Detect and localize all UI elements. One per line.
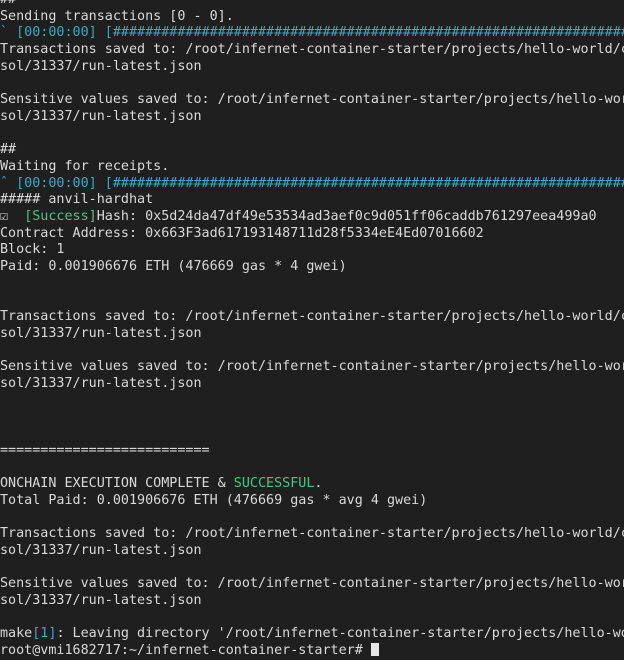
status-text: ONCHAIN EXECUTION COMPLETE & (0, 475, 234, 491)
shell-prompt: root@vmi1682717:~/infernet-container-sta… (0, 642, 371, 658)
make-line: make[1]: Leaving directory '/root/infern… (0, 626, 624, 643)
line-text: ========================== (0, 442, 210, 458)
progress-prefix: ˆ (0, 175, 17, 191)
line-text: Contract Address: 0x663F3ad617193148711d… (0, 225, 484, 241)
line-text: sol/31337/run-latest.json (0, 592, 202, 608)
status-suffix: . (314, 475, 323, 491)
line-text: Transactions saved to: /root/infernet-co… (0, 526, 624, 541)
output-line: Block: 1 (0, 242, 624, 259)
line-text: sol/31337/run-latest.json (0, 58, 202, 74)
line-text: Transactions saved to: /root/infernet-co… (0, 42, 624, 58)
line-text: ##### anvil-hardhat (0, 192, 154, 208)
output-line: sol/31337/run-latest.json (0, 543, 624, 560)
line-text: sol/31337/run-latest.json (0, 375, 202, 391)
output-line: ## (0, 142, 624, 159)
line-text: Total Paid: 0.001906676 ETH (476669 gas … (0, 492, 428, 508)
tx-hash: Hash: 0x5d24da47df49e53534ad3aef0c9d051f… (96, 208, 597, 224)
output-line: ========================== (0, 443, 624, 460)
line-text: ## (0, 142, 17, 158)
success-line: ☑ [Success]Hash: 0x5d24da47df49e53534ad3… (0, 209, 624, 226)
output-line: Transactions saved to: /root/infernet-co… (0, 526, 624, 543)
output-line: Transactions saved to: /root/infernet-co… (0, 309, 624, 326)
output-line: sol/31337/run-latest.json (0, 109, 624, 126)
output-line: Contract Address: 0x663F3ad617193148711d… (0, 226, 624, 243)
line-text: sol/31337/run-latest.json (0, 108, 202, 124)
output-line: Waiting for receipts. (0, 159, 624, 176)
line-text: Sensitive values saved to: /root/inferne… (0, 92, 624, 108)
output-line: sol/31337/run-latest.json (0, 59, 624, 76)
output-line: sol/31337/run-latest.json (0, 326, 624, 343)
shell-prompt-line: root@vmi1682717:~/infernet-container-sta… (0, 642, 624, 660)
checkbox-icon: ☑ (0, 208, 25, 224)
output-line: sol/31337/run-latest.json (0, 376, 624, 393)
progress-time: [00:00:00] (16, 25, 97, 41)
output-line: Sending transactions [0 - 0]. (0, 9, 624, 26)
execution-status-line: ONCHAIN EXECUTION COMPLETE & SUCCESSFUL. (0, 476, 624, 493)
line-text: sol/31337/run-latest.json (0, 542, 202, 558)
line-text: Block: 1 (0, 242, 65, 258)
progress-time: [00:00:00] (16, 175, 97, 191)
line-text: Sensitive values saved to: /root/inferne… (0, 576, 624, 592)
cursor[interactable] (370, 642, 379, 656)
progress-bar: [#######################################… (104, 25, 624, 41)
line-text: ## (0, 0, 16, 7)
make-level: [1] (32, 626, 57, 642)
make-message: : Leaving directory '/root/infernet-cont… (56, 626, 624, 642)
output-line: ## (0, 0, 624, 9)
progress-bar: [#######################################… (104, 175, 624, 191)
progress-line: ` [00:00:00] [##########################… (0, 25, 624, 42)
line-text: Sensitive values saved to: /root/inferne… (0, 359, 624, 375)
output-line: sol/31337/run-latest.json (0, 593, 624, 610)
success-highlight: SUCCESSFUL (233, 475, 315, 491)
output-line: Sensitive values saved to: /root/inferne… (0, 576, 624, 593)
line-text: sol/31337/run-latest.json (0, 325, 202, 341)
line-text: Sending transactions [0 - 0]. (0, 8, 234, 24)
output-line: Sensitive values saved to: /root/inferne… (0, 359, 624, 376)
progress-prefix: ` (0, 25, 17, 41)
output-line: ##### anvil-hardhat (0, 192, 624, 209)
output-line: Sensitive values saved to: /root/inferne… (0, 92, 624, 109)
terminal-output: ##Sending transactions [0 - 0].` [00:00:… (0, 0, 624, 660)
success-label: [Success] (24, 208, 97, 224)
progress-line: ˆ [00:00:00] [##########################… (0, 176, 624, 193)
line-text: Waiting for receipts. (0, 158, 170, 174)
output-line: Paid: 0.001906676 ETH (476669 gas * 4 gw… (0, 259, 624, 276)
line-text: Transactions saved to: /root/infernet-co… (0, 309, 624, 325)
make-command: make (0, 626, 33, 642)
output-line: Transactions saved to: /root/infernet-co… (0, 42, 624, 59)
output-line: Total Paid: 0.001906676 ETH (476669 gas … (0, 493, 624, 510)
line-text: Paid: 0.001906676 ETH (476669 gas * 4 gw… (0, 259, 347, 274)
